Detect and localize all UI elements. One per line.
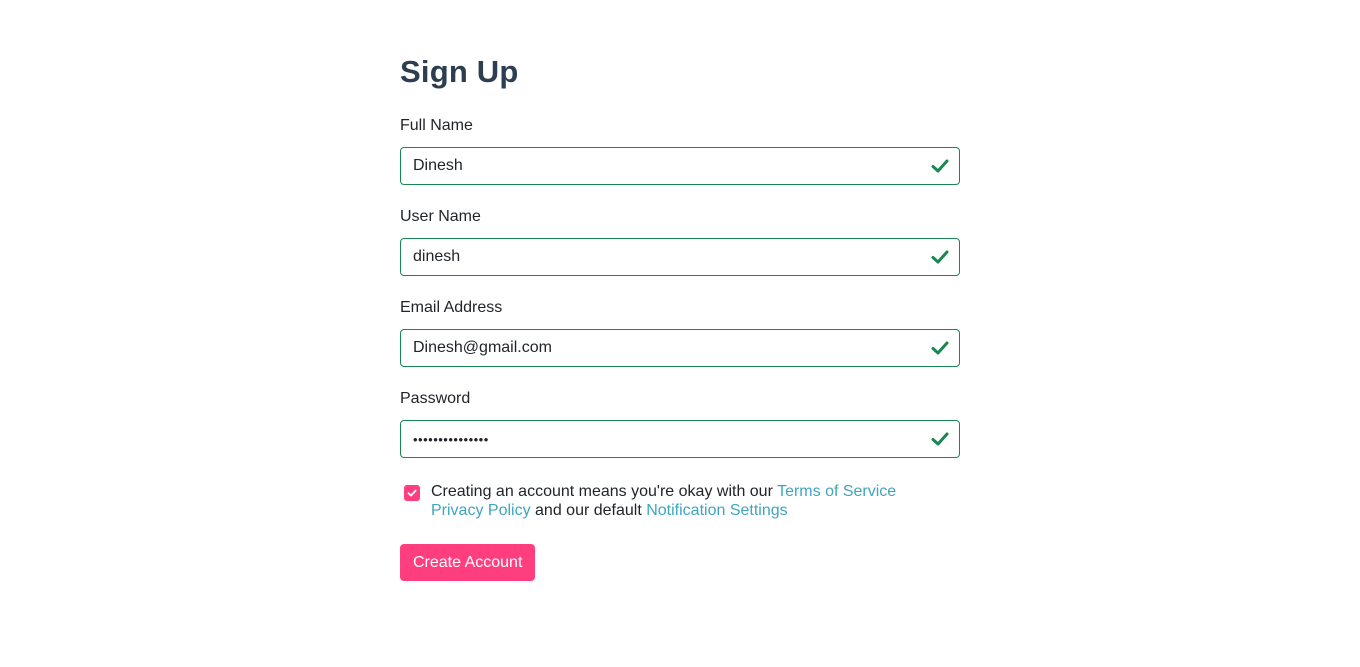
terms-checkbox[interactable] xyxy=(404,485,420,501)
terms-consent: Creating an account means you're okay wi… xyxy=(400,482,960,520)
privacy-policy-link[interactable]: Privacy Policy xyxy=(431,502,531,519)
email-group: Email Address xyxy=(400,298,960,367)
email-input-box[interactable] xyxy=(400,329,960,367)
create-account-button[interactable]: Create Account xyxy=(400,544,536,581)
terms-of-service-link[interactable]: Terms of Service xyxy=(777,483,896,500)
user-name-input-box[interactable] xyxy=(400,238,960,276)
email-input[interactable] xyxy=(401,330,925,366)
full-name-group: Full Name xyxy=(400,116,960,185)
password-input-box[interactable] xyxy=(400,420,960,458)
notification-settings-link[interactable]: Notification Settings xyxy=(646,502,787,519)
check-icon xyxy=(931,432,949,446)
user-name-label: User Name xyxy=(400,208,481,225)
password-label: Password xyxy=(400,390,471,407)
consent-text-2: and our default xyxy=(530,502,647,519)
check-icon xyxy=(931,250,949,264)
consent-text-1: Creating an account means you're okay wi… xyxy=(431,483,778,500)
checkmark-icon xyxy=(407,489,417,497)
full-name-label: Full Name xyxy=(400,117,473,134)
check-icon xyxy=(931,341,949,355)
full-name-input-box[interactable] xyxy=(400,147,960,185)
password-group: Password xyxy=(400,389,960,458)
check-icon xyxy=(931,159,949,173)
user-name-group: User Name xyxy=(400,207,960,276)
page-title: Sign Up xyxy=(400,54,519,89)
signup-form: Sign Up Full Name User Name Email Addres… xyxy=(400,52,960,581)
password-input[interactable] xyxy=(401,421,925,457)
full-name-input[interactable] xyxy=(401,148,925,184)
user-name-input[interactable] xyxy=(401,239,925,275)
email-label: Email Address xyxy=(400,299,503,316)
